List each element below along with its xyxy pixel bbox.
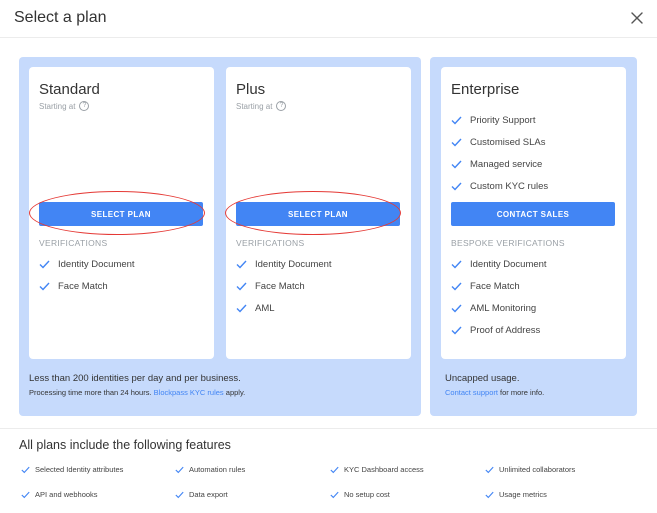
feature-item: AML Monitoring: [451, 303, 536, 314]
check-icon: [451, 282, 462, 291]
feature-item: Proof of Address: [451, 325, 540, 336]
contact-note: Contact support for more info.: [445, 388, 545, 397]
section-divider: [0, 428, 657, 429]
perk-item: Custom KYC rules: [451, 181, 548, 192]
feature-item: Identity Document: [39, 259, 135, 270]
plan-name: Enterprise: [451, 81, 520, 98]
included-feature: Data export: [175, 490, 228, 499]
check-icon: [485, 466, 494, 473]
modal-title: Select a plan: [14, 9, 107, 26]
perk-item: Priority Support: [451, 115, 535, 126]
bespoke-verifications-label: BESPOKE VERIFICATIONS: [451, 238, 565, 248]
check-icon: [451, 304, 462, 313]
modal-header: Select a plan: [0, 0, 657, 38]
check-icon: [330, 466, 339, 473]
included-feature: Automation rules: [175, 465, 245, 474]
feature-item: Face Match: [236, 281, 305, 292]
check-icon: [451, 326, 462, 335]
starting-at-label: Starting at: [39, 101, 76, 111]
close-icon[interactable]: [630, 11, 644, 25]
check-icon: [39, 282, 50, 291]
check-icon: [451, 116, 462, 125]
check-icon: [451, 182, 462, 191]
contact-sales-button[interactable]: CONTACT SALES: [451, 202, 615, 226]
check-icon: [39, 260, 50, 269]
included-feature: Usage metrics: [485, 490, 547, 499]
check-icon: [175, 491, 184, 498]
select-plan-button-plus[interactable]: SELECT PLAN: [236, 202, 400, 226]
feature-item: Identity Document: [451, 259, 547, 270]
enterprise-usage-note: Uncapped usage.: [445, 373, 520, 384]
plan-card-plus: Plus Starting at ? SELECT PLAN VERIFICAT…: [226, 67, 411, 359]
select-plan-button-standard[interactable]: SELECT PLAN: [39, 202, 203, 226]
help-icon[interactable]: ?: [276, 101, 287, 111]
verifications-label: VERIFICATIONS: [236, 238, 305, 248]
check-icon: [21, 466, 30, 473]
included-feature: Unlimited collaborators: [485, 465, 575, 474]
feature-item: Face Match: [451, 281, 520, 292]
starting-at-label: Starting at: [236, 101, 273, 111]
included-features-title: All plans include the following features: [19, 438, 231, 452]
check-icon: [236, 304, 247, 313]
enterprise-plan-group: Enterprise Priority Support Customised S…: [430, 57, 637, 416]
check-icon: [485, 491, 494, 498]
help-icon[interactable]: ?: [79, 101, 90, 111]
processing-note: Processing time more than 24 hours. Bloc…: [29, 388, 246, 397]
check-icon: [451, 138, 462, 147]
included-feature: API and webhooks: [21, 490, 98, 499]
perk-item: Customised SLAs: [451, 137, 546, 148]
feature-item: Face Match: [39, 281, 108, 292]
check-icon: [330, 491, 339, 498]
check-icon: [21, 491, 30, 498]
included-feature: KYC Dashboard access: [330, 465, 424, 474]
kyc-rules-link[interactable]: Blockpass KYC rules: [154, 388, 224, 397]
plan-card-standard: Standard Starting at ? SELECT PLAN VERIF…: [29, 67, 214, 359]
feature-item: AML: [236, 303, 275, 314]
feature-item: Identity Document: [236, 259, 332, 270]
perk-item: Managed service: [451, 159, 542, 170]
check-icon: [175, 466, 184, 473]
included-feature: Selected Identity attributes: [21, 465, 123, 474]
starting-at: Starting at ?: [236, 101, 287, 111]
standard-plans-group: Standard Starting at ? SELECT PLAN VERIF…: [19, 57, 421, 416]
plan-card-enterprise: Enterprise Priority Support Customised S…: [441, 67, 626, 359]
check-icon: [451, 260, 462, 269]
plan-name: Plus: [236, 81, 266, 98]
check-icon: [236, 282, 247, 291]
usage-note: Less than 200 identities per day and per…: [29, 373, 241, 384]
starting-at: Starting at ?: [39, 101, 90, 111]
included-feature: No setup cost: [330, 490, 390, 499]
check-icon: [236, 260, 247, 269]
verifications-label: VERIFICATIONS: [39, 238, 108, 248]
contact-support-link[interactable]: Contact support: [445, 388, 498, 397]
check-icon: [451, 160, 462, 169]
plan-name: Standard: [39, 81, 100, 98]
